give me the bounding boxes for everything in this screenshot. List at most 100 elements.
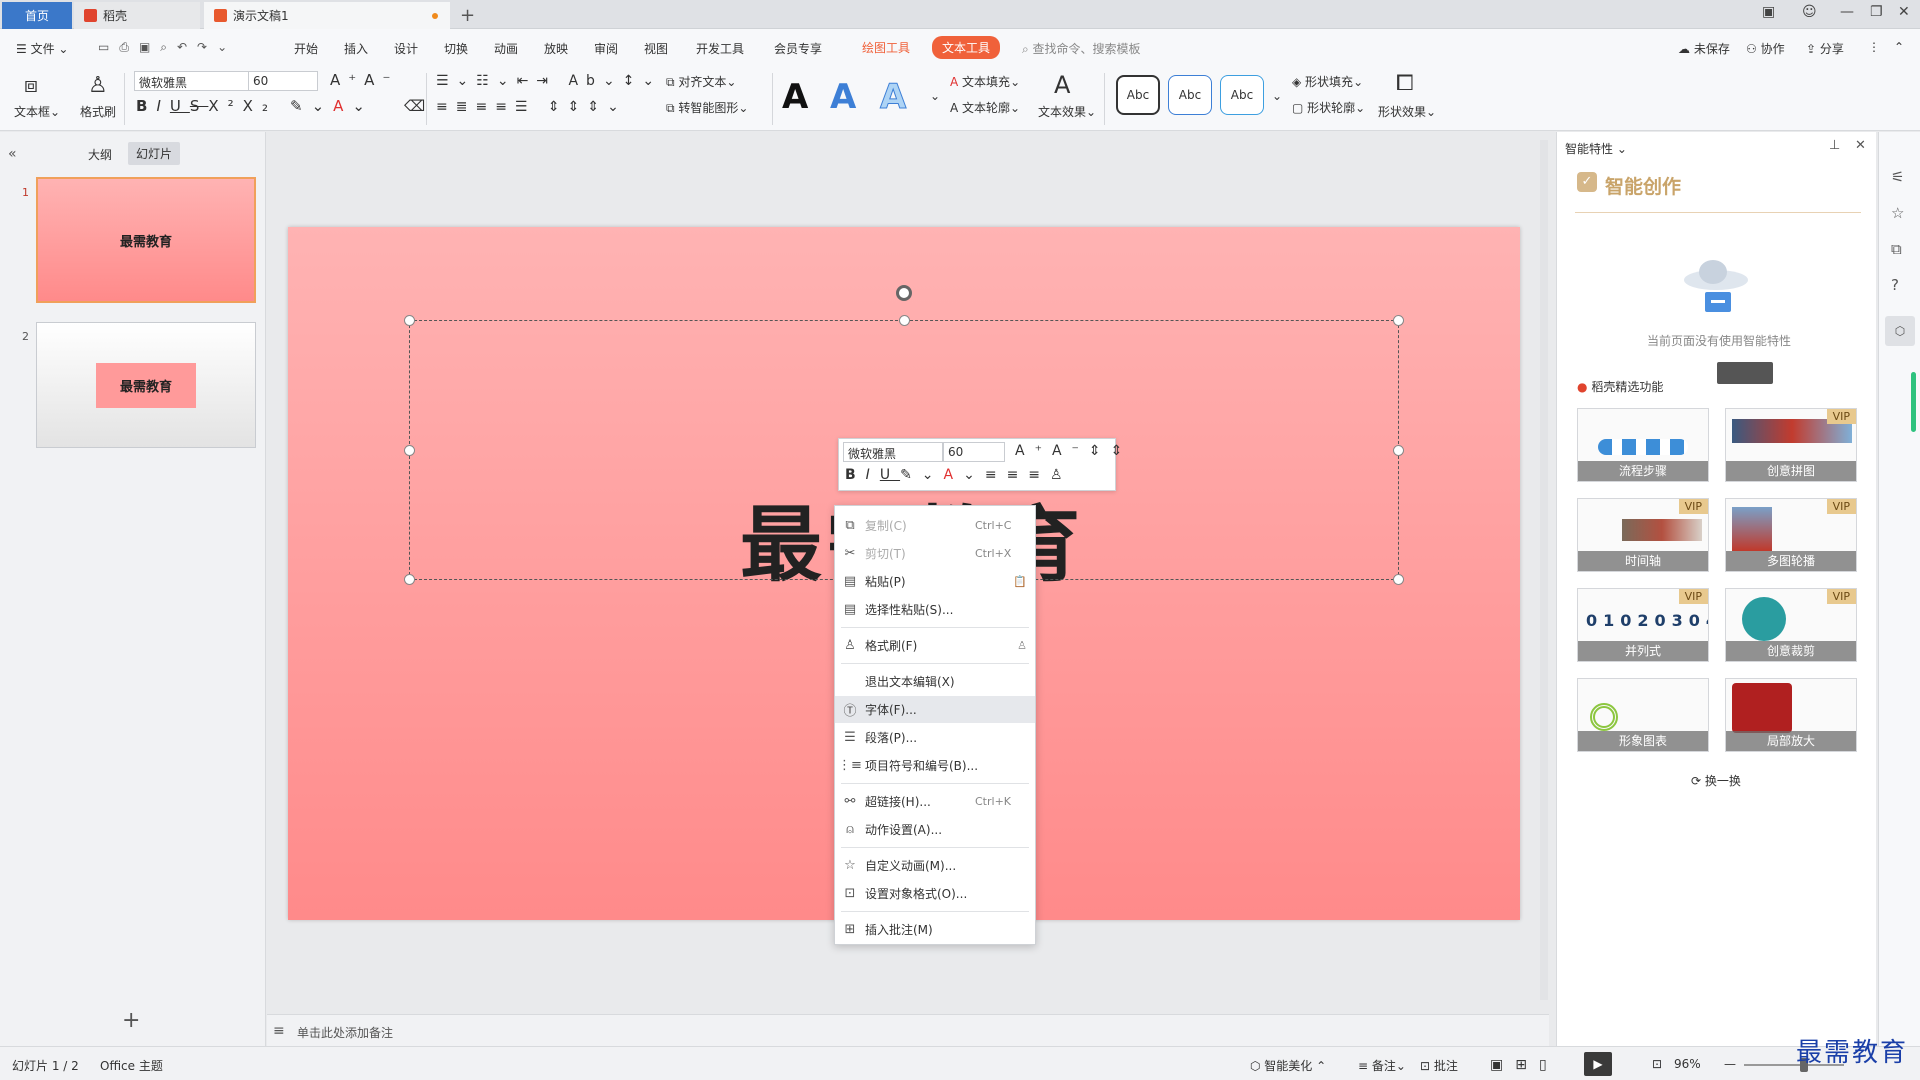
minimize-icon[interactable]: — <box>1840 4 1854 20</box>
tab-document[interactable]: 演示文稿1 <box>204 2 450 29</box>
notes-toggle-button[interactable]: ≡ 备注⌄ <box>1358 1057 1406 1074</box>
collab-button[interactable]: ⚇ 协作 <box>1746 40 1785 57</box>
layout-icon[interactable]: ▣ <box>1762 4 1775 20</box>
highlight-color-icons[interactable]: ✎⌄A⌄ <box>290 97 374 115</box>
settings-sliders-icon[interactable]: ⚟ <box>1891 168 1904 186</box>
menu-item-member[interactable]: 会员专享 <box>774 40 822 57</box>
card-timeline[interactable]: VIP 时间轴 <box>1577 498 1709 572</box>
menu-item-animation[interactable]: 动画 <box>494 40 518 57</box>
menu-item-design[interactable]: 设计 <box>394 40 418 57</box>
context-font[interactable]: Ⓣ 字体(F)... <box>835 696 1035 723</box>
unsaved-button[interactable]: ☁ 未保存 <box>1678 40 1730 57</box>
mini-font-select[interactable]: 微软雅黑 <box>843 442 943 462</box>
resize-handle-w[interactable] <box>404 445 415 456</box>
context-paste-special[interactable]: ▤ 选择性粘贴(S)... <box>835 596 1035 623</box>
card-creative-crop[interactable]: VIP 创意裁剪 <box>1725 588 1857 662</box>
resize-handle-e[interactable] <box>1393 445 1404 456</box>
font-style-icons[interactable]: BIUSX²X₂ <box>136 97 277 115</box>
context-bullets[interactable]: ⋮≡ 项目符号和编号(B)... <box>835 752 1035 779</box>
resize-handle-nw[interactable] <box>404 315 415 326</box>
menu-item-developer[interactable]: 开发工具 <box>696 40 744 57</box>
menu-item-drawing-tools[interactable]: 绘图工具 <box>852 36 920 59</box>
shape-style-more-icon[interactable]: ⌄ <box>1272 89 1282 103</box>
text-effect-icon[interactable]: A <box>1054 71 1070 99</box>
menu-item-view[interactable]: 视图 <box>644 40 668 57</box>
play-slideshow-icon[interactable]: ▶ <box>1584 1052 1612 1076</box>
shape-fill-button[interactable]: ◈ 形状填充⌄ <box>1292 73 1363 90</box>
menu-item-review[interactable]: 审阅 <box>594 40 618 57</box>
textbox-button[interactable]: 文本框⌄ <box>14 103 60 120</box>
mini-size-select[interactable]: 60 <box>943 442 1005 462</box>
comments-toggle-button[interactable]: ⊡ 批注 <box>1420 1057 1458 1074</box>
mini-size-icons[interactable]: A⁺A⁻⇕⇕ <box>1015 443 1132 459</box>
menu-item-transition[interactable]: 切换 <box>444 40 468 57</box>
font-family-select[interactable]: 微软雅黑 <box>134 71 250 91</box>
panel-close-icon[interactable]: ✕ <box>1855 138 1866 153</box>
textbox-icon[interactable]: ⧈ <box>24 73 38 98</box>
context-cut[interactable]: ✂ 剪切(T) Ctrl+X <box>835 540 1035 567</box>
quick-access-icons[interactable]: ▭⎙▣⌕↶↷⌄ <box>98 40 237 55</box>
card-creative-collage[interactable]: VIP 创意拼图 <box>1725 408 1857 482</box>
align-text-button[interactable]: ⧉ 对齐文本⌄ <box>666 73 736 90</box>
menu-item-insert[interactable]: 插入 <box>344 40 368 57</box>
resize-handle-sw[interactable] <box>404 574 415 585</box>
context-custom-animation[interactable]: ☆ 自定义动画(M)... <box>835 852 1035 879</box>
menu-item-start[interactable]: 开始 <box>294 40 318 57</box>
menu-item-text-tools[interactable]: 文本工具 <box>932 36 1001 59</box>
resize-handle-n[interactable] <box>899 315 910 326</box>
add-slide-button[interactable]: + <box>122 1008 140 1033</box>
text-style-outline[interactable]: A <box>879 77 906 118</box>
view-mode-icons[interactable]: ▣⊞▯ <box>1490 1057 1559 1073</box>
file-menu[interactable]: ☰ 文件 ⌄ <box>16 40 68 57</box>
paste-options-icon[interactable]: 📋 <box>975 575 1035 588</box>
resize-handle-se[interactable] <box>1393 574 1404 585</box>
font-size-select[interactable]: 60 <box>248 71 318 91</box>
shape-outline-button[interactable]: ▢ 形状轮廓⌄ <box>1292 99 1365 116</box>
format-painter-button[interactable]: 格式刷 <box>80 103 116 120</box>
command-search[interactable]: ⌕ 查找命令、搜索模板 <box>1022 40 1141 57</box>
notes-bar[interactable]: ≡ 单击此处添加备注 <box>267 1014 1549 1046</box>
close-icon[interactable]: ✕ <box>1898 4 1910 20</box>
shape-effect-icon[interactable]: ⧠ <box>1396 71 1414 96</box>
card-multi-carousel[interactable]: VIP 多图轮播 <box>1725 498 1857 572</box>
card-flow-steps[interactable]: 流程步骤 <box>1577 408 1709 482</box>
tab-slides[interactable]: 幻灯片 <box>128 142 181 165</box>
new-tab-button[interactable]: + <box>460 5 475 26</box>
zoom-out-icon[interactable]: — <box>1724 1057 1736 1071</box>
restore-icon[interactable]: ❐ <box>1870 4 1883 20</box>
context-insert-comment[interactable]: ⊞ 插入批注(M) <box>835 916 1035 943</box>
smart-beautify-button[interactable]: ⬡ 智能美化 ⌃ <box>1250 1057 1326 1074</box>
context-exit-edit[interactable]: 退出文本编辑(X) <box>835 668 1035 695</box>
star-icon[interactable]: ☆ <box>1891 204 1904 222</box>
text-effect-button[interactable]: 文本效果⌄ <box>1038 103 1096 120</box>
text-style-blue[interactable]: A <box>830 77 856 117</box>
side-scroll-indicator[interactable] <box>1911 372 1916 432</box>
tab-outline[interactable]: 大纲 <box>88 146 112 163</box>
format-painter-icon[interactable]: ♙ <box>88 73 108 98</box>
avatar[interactable]: ☺ <box>1802 4 1817 20</box>
shape-style-black[interactable]: Abc <box>1116 75 1160 115</box>
list-indent-icons[interactable]: ☰⌄☷⌄⇤⇥ Ab⌄↕⌄ <box>436 73 662 89</box>
fit-window-icon[interactable]: ⊡ <box>1652 1057 1662 1071</box>
pin-icon[interactable]: ⊥ <box>1829 138 1840 153</box>
paragraph-align-icons[interactable]: ≡≣≡≡☰ ⇕⇕⇕⌄ <box>436 99 627 115</box>
smart-feature-icon[interactable]: ⬡ <box>1885 316 1915 346</box>
collapse-panel-icon[interactable]: « <box>8 146 17 162</box>
help-icon[interactable]: ? <box>1891 276 1899 294</box>
tab-home[interactable]: 首页 <box>2 2 72 29</box>
share-button[interactable]: ⇪ 分享 <box>1806 40 1844 57</box>
context-paste[interactable]: ▤ 粘贴(P) 📋 <box>835 568 1035 595</box>
context-action[interactable]: ⍝ 动作设置(A)... <box>835 816 1035 843</box>
smart-panel-header[interactable]: 智能特性 ⌄ <box>1565 140 1627 157</box>
card-image-chart[interactable]: 形象图表 <box>1577 678 1709 752</box>
smart-shape-button[interactable]: ⧉ 转智能图形⌄ <box>666 99 748 116</box>
menu-item-slideshow[interactable]: 放映 <box>544 40 568 57</box>
rotate-handle-icon[interactable] <box>896 285 912 301</box>
mini-format-icons[interactable]: BIU✎⌄A⌄≡≡≡♙ <box>845 467 1073 483</box>
refresh-button[interactable]: ⟳ 换一换 <box>1691 772 1741 789</box>
slide-thumbnail-1[interactable]: 最需教育 <box>36 177 256 303</box>
text-style-more-icon[interactable]: ⌄ <box>930 89 940 103</box>
collapse-ribbon-icon[interactable]: ⌃ <box>1894 40 1904 54</box>
vertical-scrollbar[interactable] <box>1540 140 1548 1000</box>
resize-handle-ne[interactable] <box>1393 315 1404 326</box>
